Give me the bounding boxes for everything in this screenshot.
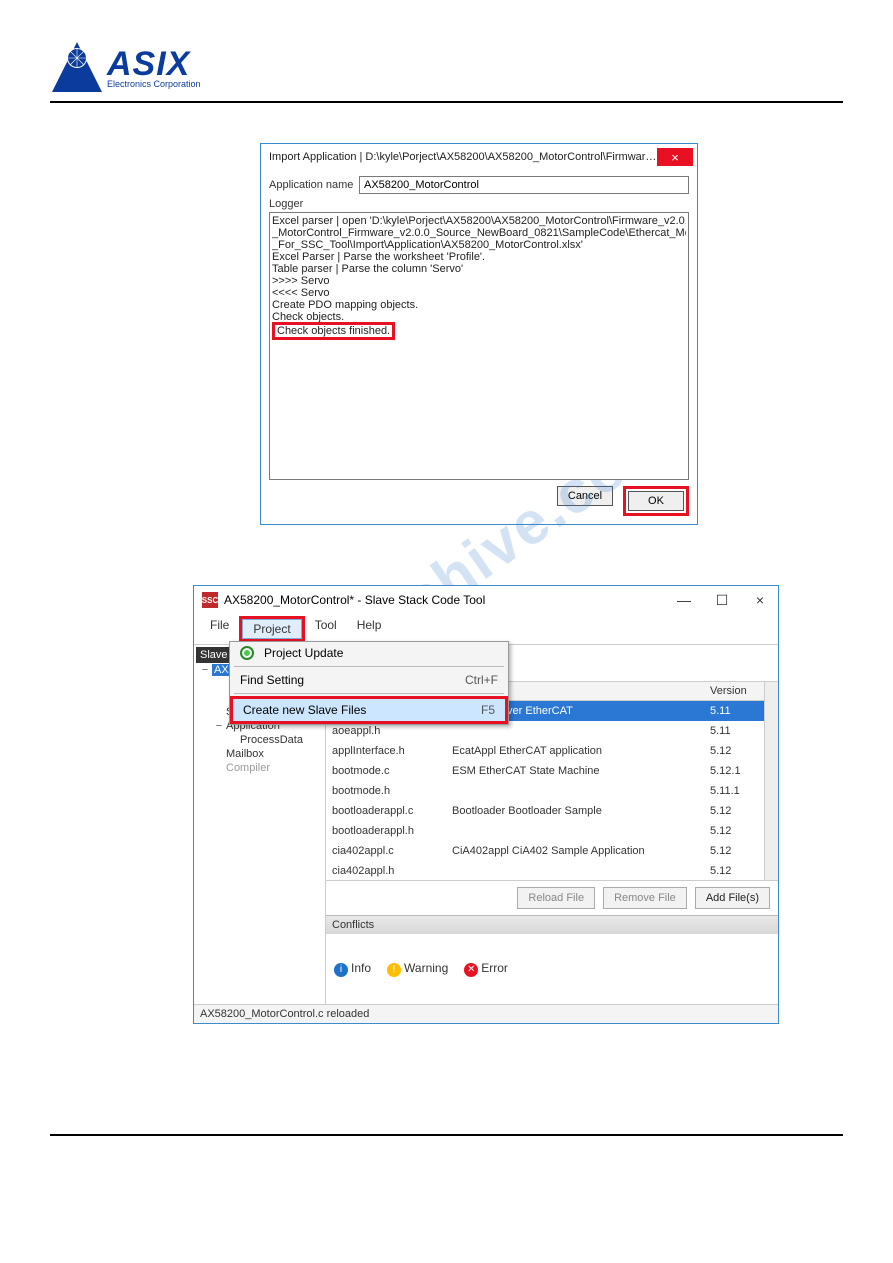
statusbar: AX58200_MotorControl.c reloaded xyxy=(194,1004,778,1023)
logo-icon xyxy=(50,40,105,95)
close-button[interactable]: × xyxy=(748,592,772,608)
dropdown-label: Project Update xyxy=(264,646,343,660)
page-header: ASIX Electronics Corporation xyxy=(50,40,843,95)
file-buttons-row: Reload File Remove File Add File(s) xyxy=(326,880,778,915)
menu-help[interactable]: Help xyxy=(347,616,392,642)
header-divider xyxy=(50,101,843,103)
ok-button-highlight: OK xyxy=(623,486,689,516)
logo: ASIX Electronics Corporation xyxy=(50,40,201,95)
table-row[interactable]: bootmode.h5.11.1 xyxy=(326,781,764,801)
dropdown-project-update[interactable]: Project Update xyxy=(230,642,508,664)
info-tab[interactable]: iInfo xyxy=(334,961,371,977)
error-icon: ✕ xyxy=(464,963,478,977)
menu-project-highlight: Project xyxy=(239,616,304,642)
log-line: Excel Parser | Parse the worksheet 'Prof… xyxy=(272,251,686,263)
dropdown-shortcut: Ctrl+F xyxy=(465,673,498,687)
dropdown-find-setting[interactable]: Find Setting Ctrl+F xyxy=(230,669,508,691)
dropdown-shortcut: F5 xyxy=(481,703,495,717)
info-icon: i xyxy=(334,963,348,977)
warning-tab[interactable]: !Warning xyxy=(387,961,448,977)
app-name-label: Application name xyxy=(269,179,359,191)
log-highlight: Check objects finished. xyxy=(272,322,395,340)
dialog-titlebar: Import Application | D:\kyle\Porject\AX5… xyxy=(261,144,697,170)
ssc-title: AX58200_MotorControl* - Slave Stack Code… xyxy=(224,593,672,607)
dropdown-create-slave-files[interactable]: Create new Slave Files F5 xyxy=(233,699,505,721)
import-application-dialog: Import Application | D:\kyle\Porject\AX5… xyxy=(260,143,698,525)
dropdown-create-highlight: Create new Slave Files F5 xyxy=(230,696,508,724)
table-row[interactable]: cia402appl.cCiA402appl CiA402 Sample App… xyxy=(326,841,764,861)
close-button[interactable]: × xyxy=(657,148,693,166)
log-line: >>>> Servo xyxy=(272,275,686,287)
brand-name: ASIX xyxy=(107,47,201,81)
maximize-button[interactable]: ☐ xyxy=(710,592,734,608)
add-file-button[interactable]: Add File(s) xyxy=(695,887,770,909)
app-icon: SSC xyxy=(202,592,218,608)
menu-project[interactable]: Project xyxy=(242,619,301,639)
app-name-input[interactable] xyxy=(359,176,689,194)
menu-file[interactable]: File xyxy=(200,616,239,642)
page: manualshive.com ASIX Elect xyxy=(0,0,893,1176)
app-name-row: Application name xyxy=(269,176,689,194)
table-row[interactable]: applInterface.hEcatAppl EtherCAT applica… xyxy=(326,741,764,761)
logger-output: Excel parser | open 'D:\kyle\Porject\AX5… xyxy=(269,212,689,480)
conflicts-body: iInfo !Warning ✕Error xyxy=(326,934,778,1004)
dialog-button-row: Cancel OK xyxy=(269,486,689,516)
tree-item-mailbox[interactable]: Mailbox xyxy=(214,747,323,761)
conflicts-header: Conflicts xyxy=(326,915,778,934)
menubar: File Project Tool Help xyxy=(194,614,778,644)
table-row[interactable]: bootmode.cESM EtherCAT State Machine5.12… xyxy=(326,761,764,781)
logo-text: ASIX Electronics Corporation xyxy=(107,47,201,89)
refresh-icon xyxy=(240,646,254,660)
log-line: _MotorControl_Firmware_v2.0.0_Source_New… xyxy=(272,227,686,239)
tree-item-compiler[interactable]: Compiler xyxy=(214,761,323,775)
table-row[interactable]: bootloaderappl.h5.12 xyxy=(326,821,764,841)
tree-item-processdata[interactable]: ProcessData xyxy=(228,733,323,747)
reload-file-button[interactable]: Reload File xyxy=(517,887,595,909)
dropdown-label: Create new Slave Files xyxy=(243,703,366,717)
log-line: Excel parser | open 'D:\kyle\Porject\AX5… xyxy=(272,215,686,227)
error-tab[interactable]: ✕Error xyxy=(464,961,508,977)
menu-tool[interactable]: Tool xyxy=(305,616,347,642)
ssc-tool-window: SSC AX58200_MotorControl* - Slave Stack … xyxy=(193,585,779,1024)
warning-icon: ! xyxy=(387,963,401,977)
footer-divider xyxy=(50,1134,843,1136)
log-line: Table parser | Parse the column 'Servo' xyxy=(272,263,686,275)
log-line: Create PDO mapping objects. xyxy=(272,299,686,311)
project-dropdown: Project Update Find Setting Ctrl+F Creat… xyxy=(229,641,509,725)
ssc-titlebar: SSC AX58200_MotorControl* - Slave Stack … xyxy=(194,586,778,614)
logger-label: Logger xyxy=(269,198,689,210)
cancel-button[interactable]: Cancel xyxy=(557,486,613,506)
log-line: <<<< Servo xyxy=(272,287,686,299)
dropdown-label: Find Setting xyxy=(240,673,304,687)
table-row[interactable]: bootloaderappl.cBootloader Bootloader Sa… xyxy=(326,801,764,821)
table-row[interactable]: cia402appl.h5.12 xyxy=(326,861,764,880)
ok-button[interactable]: OK xyxy=(628,491,684,511)
brand-subtitle: Electronics Corporation xyxy=(107,79,201,89)
log-highlight-text: Check objects finished. xyxy=(277,325,390,337)
remove-file-button[interactable]: Remove File xyxy=(603,887,687,909)
dialog-body: Application name Logger Excel parser | o… xyxy=(261,170,697,524)
scrollbar[interactable] xyxy=(764,682,778,880)
col-version[interactable]: Version xyxy=(704,682,764,701)
log-line: _For_SSC_Tool\Import\Application\AX58200… xyxy=(272,239,686,251)
dialog-title: Import Application | D:\kyle\Porject\AX5… xyxy=(269,151,657,163)
minimize-button[interactable]: — xyxy=(672,592,696,608)
